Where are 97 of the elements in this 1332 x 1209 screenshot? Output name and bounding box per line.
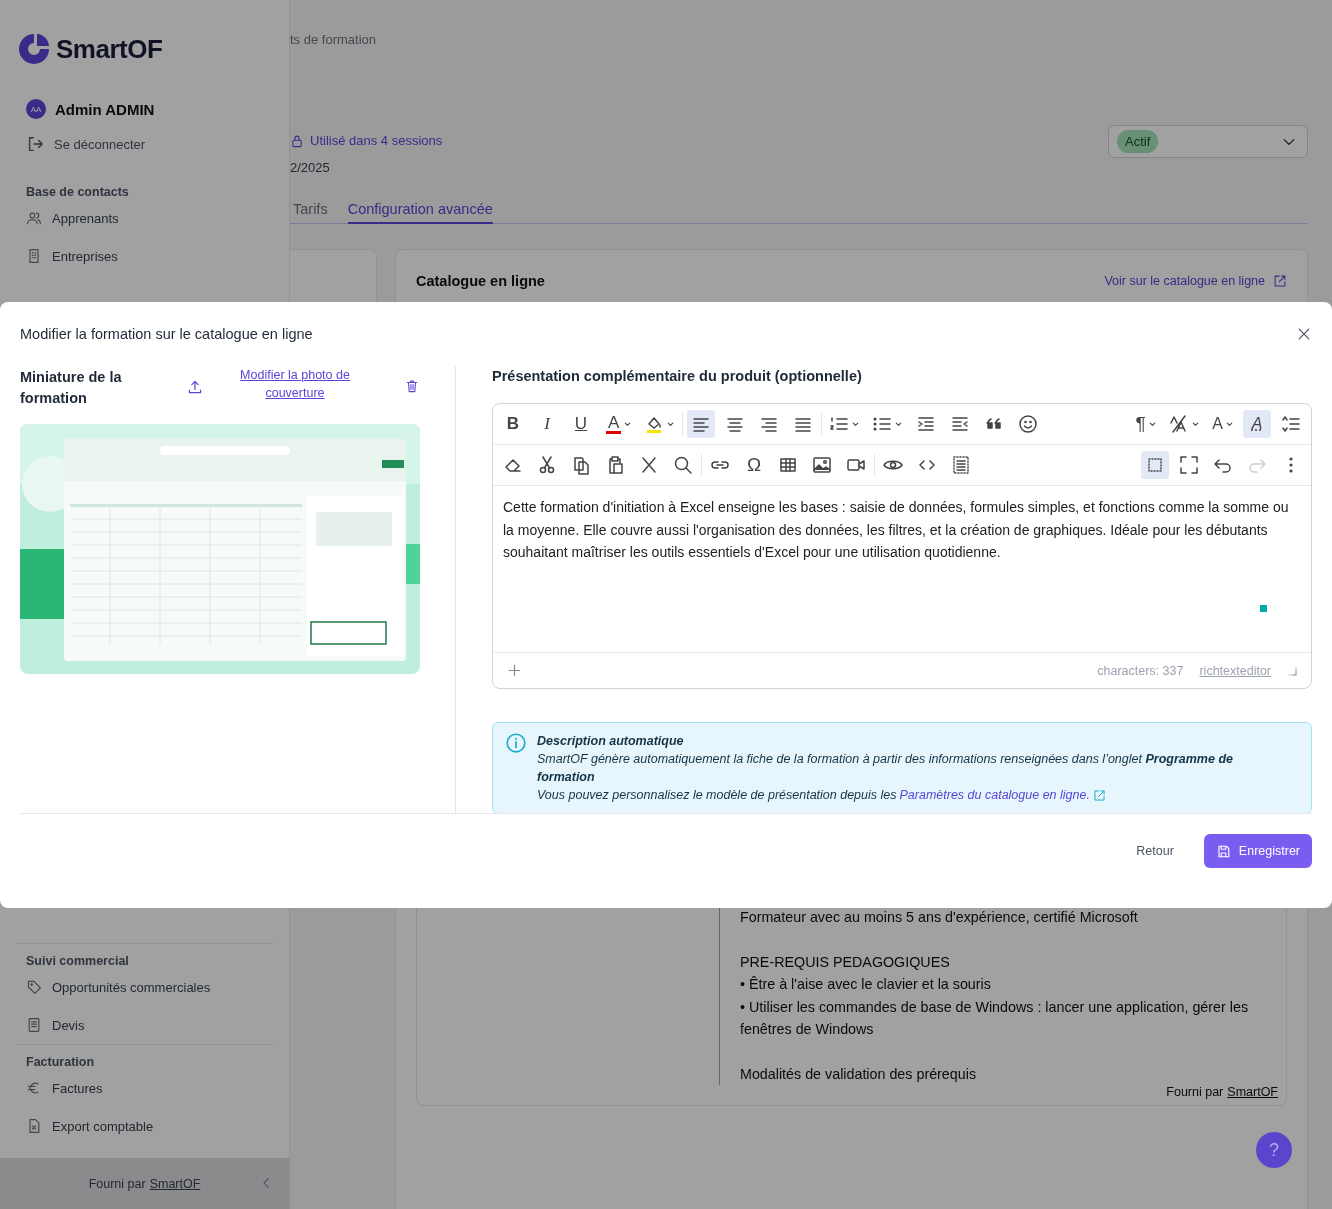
table-icon bbox=[778, 455, 798, 475]
nav-item[interactable]: Entreprises bbox=[52, 248, 118, 264]
section-title: Miniature de la formation bbox=[20, 368, 123, 408]
fullscreen-icon bbox=[1179, 455, 1199, 475]
tab[interactable]: Tarifs bbox=[293, 201, 328, 224]
section-heading: Facturation bbox=[25, 1055, 96, 1069]
smiley-icon bbox=[1018, 414, 1039, 434]
file-icon bbox=[26, 1118, 42, 1134]
paragraph-icon: ¶ bbox=[1135, 414, 1146, 434]
info-icon bbox=[505, 732, 527, 754]
line-height-icon bbox=[1281, 414, 1301, 434]
toolbar-button[interactable]: I bbox=[533, 410, 561, 438]
search-icon bbox=[673, 455, 693, 475]
user-name: Admin ADMIN bbox=[55, 100, 155, 118]
section-heading: Base de contacts bbox=[25, 185, 130, 199]
lock-icon bbox=[290, 134, 304, 148]
footer-link[interactable]: SmartOF bbox=[1227, 1085, 1278, 1099]
section-title: Présentation complémentaire du produit (optionnelle) bbox=[492, 367, 863, 386]
resize-grip-icon bbox=[1287, 665, 1297, 676]
scissors-icon bbox=[537, 455, 557, 475]
toolbar-button[interactable] bbox=[1141, 451, 1169, 479]
toolbar-button[interactable]: B bbox=[499, 410, 527, 438]
back-button[interactable]: Retour bbox=[1130, 843, 1180, 859]
save-button[interactable]: Enregistrer bbox=[1203, 834, 1312, 868]
toolbar-button[interactable]: Ω bbox=[740, 451, 768, 479]
copy-icon bbox=[571, 455, 591, 475]
toolbar-button[interactable]: A bbox=[1243, 410, 1271, 438]
logout-link[interactable]: Se déconnecter bbox=[54, 136, 146, 152]
text-style-icon bbox=[1169, 414, 1189, 434]
upload-button[interactable] bbox=[187, 379, 203, 395]
nav-item[interactable]: Apprenants bbox=[52, 210, 119, 226]
square-marker-icon bbox=[1260, 605, 1267, 612]
close-button[interactable] bbox=[1296, 326, 1312, 342]
select-all-icon bbox=[951, 455, 971, 475]
omega-icon: Ω bbox=[746, 455, 762, 475]
preview-text: • Être à l'aise avec le clavier et la souris bbox=[740, 975, 992, 994]
modal-title: Modifier la formation sur le catalogue en ligne bbox=[20, 326, 313, 342]
nav-item[interactable]: Factures bbox=[52, 1080, 103, 1096]
preview-text: Modalités de validation des prérequis bbox=[740, 1064, 978, 1084]
nav-item[interactable]: Devis bbox=[52, 1017, 85, 1033]
underline-icon: U bbox=[574, 414, 588, 434]
trash-icon bbox=[405, 379, 419, 393]
status-badge: Actif bbox=[1117, 130, 1159, 153]
tag-icon bbox=[26, 979, 42, 995]
date-text: 2/2025 bbox=[290, 159, 331, 177]
preview-text: Formateur avec au moins 5 ans d'expérience, certifié Microsoft bbox=[740, 908, 1139, 927]
rich-text-editor[interactable] bbox=[492, 403, 1312, 689]
indent-icon bbox=[916, 414, 937, 434]
footer-link[interactable]: SmartOF bbox=[149, 1176, 201, 1191]
dotted-square-icon bbox=[1145, 455, 1165, 475]
editor-text: Cette formation d'initiation à Excel enseigne les bases : saisie de données, formules simples, et fonctions comme la somme ou la moyenne. Elle couvre aussi l'organisation des données, les filtres, et la création de graphiques. Idéale pour les débutants souhaitant maîtriser les outils essentiels d'Excel pour une utilisation quotidienne. bbox=[503, 498, 1290, 562]
toolbar-button[interactable] bbox=[687, 410, 716, 438]
usage-text: Utilisé dans 4 sessions bbox=[310, 132, 443, 150]
outdent-icon bbox=[950, 414, 971, 434]
logout-icon bbox=[26, 135, 44, 153]
delete-button[interactable] bbox=[405, 379, 419, 393]
avatar: AA bbox=[26, 99, 46, 119]
info-text: SmartOF génère automatiquement la fiche de la formation à partir des informations renseignées dans l’onglet Programme de formation bbox=[537, 751, 1234, 786]
preview-text: PRE-REQUIS PEDAGOGIQUES bbox=[740, 952, 951, 972]
external-link-icon bbox=[1092, 788, 1106, 802]
toolbar-button[interactable]: A bbox=[601, 410, 636, 438]
italic-icon: I bbox=[544, 414, 550, 434]
section-heading: Suivi commercial bbox=[25, 954, 130, 968]
building-icon bbox=[26, 248, 42, 264]
nav-item[interactable]: Opportunités commerciales bbox=[52, 979, 211, 995]
footer-text: Fourni par bbox=[88, 1176, 146, 1191]
close-icon bbox=[1296, 326, 1312, 342]
bold-icon: B bbox=[506, 414, 520, 434]
remove-format-icon bbox=[639, 455, 659, 475]
plus-icon bbox=[507, 663, 522, 678]
add-button[interactable] bbox=[507, 663, 522, 678]
logo-icon bbox=[16, 31, 52, 67]
toolbar-button[interactable]: ¶ bbox=[1132, 410, 1160, 438]
footer-text: Fourni par bbox=[1166, 1085, 1224, 1099]
upload-icon bbox=[187, 379, 203, 395]
image-icon bbox=[812, 455, 832, 475]
document-icon bbox=[26, 1017, 42, 1033]
people-icon bbox=[26, 210, 42, 226]
more-icon bbox=[1289, 457, 1293, 473]
preview-text: • Utiliser les commandes de base de Windows : lancer une application, gérer les fenêtres de Windows bbox=[740, 997, 1250, 1039]
external-link-icon bbox=[1273, 274, 1287, 288]
panel-title: Catalogue en ligne bbox=[416, 273, 545, 289]
add-font-icon: A bbox=[1251, 414, 1263, 434]
catalogue-link[interactable]: Voir sur le catalogue en ligne bbox=[1104, 274, 1265, 288]
change-photo-link[interactable]: Modifier la photo de couverture bbox=[220, 366, 370, 402]
toolbar-button[interactable]: A bbox=[1209, 410, 1237, 438]
logo-text: SmartOF bbox=[56, 33, 163, 65]
tab[interactable]: Configuration avancée bbox=[347, 201, 493, 224]
breadcrumb: ts de formation bbox=[290, 31, 377, 49]
toolbar-button[interactable]: U bbox=[567, 410, 595, 438]
character-count: characters: 337 bbox=[1097, 663, 1184, 678]
settings-link[interactable]: Paramètres du catalogue en ligne. bbox=[899, 786, 1090, 804]
info-title: Description automatique bbox=[537, 733, 685, 750]
font-size-icon: A bbox=[1212, 414, 1223, 434]
info-text: Vous pouvez personnalisez le modèle de présentation depuis les bbox=[537, 787, 897, 804]
status-select[interactable]: Actif bbox=[1108, 125, 1308, 158]
nav-item[interactable]: Export comptable bbox=[52, 1118, 154, 1134]
